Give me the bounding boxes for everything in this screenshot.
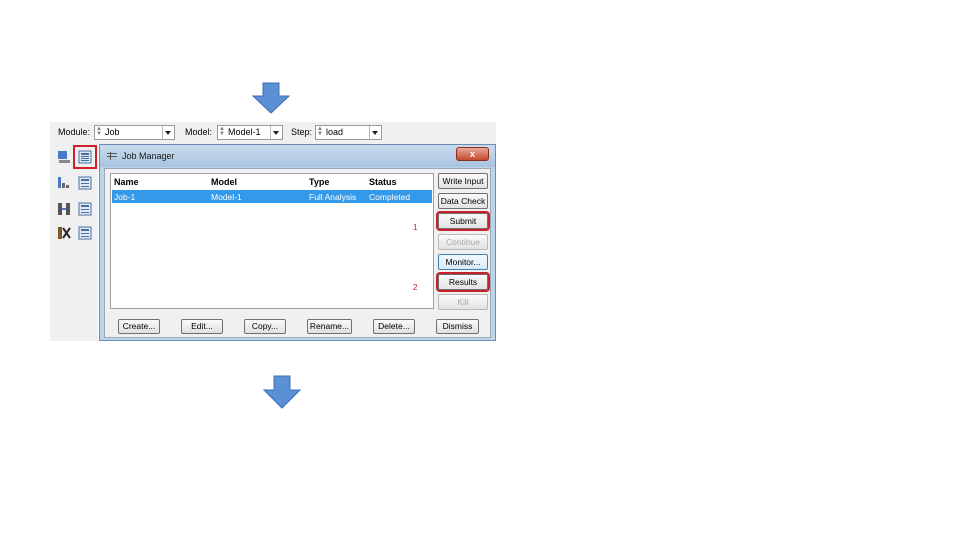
optimization-manager-icon[interactable] — [78, 226, 92, 240]
model-label: Model: — [185, 127, 213, 137]
module-value: Job — [105, 127, 120, 137]
create-button[interactable]: Create... — [118, 319, 160, 334]
coexecution-manager-icon[interactable] — [78, 202, 92, 216]
edit-button[interactable]: Edit... — [181, 319, 223, 334]
step-label: Step: — [291, 127, 313, 137]
job-status-cell: Completed — [369, 192, 411, 202]
dropdown-icon[interactable] — [162, 126, 174, 139]
step-combo[interactable]: ▲ ▼ load — [315, 125, 382, 140]
optimization-create-icon[interactable] — [57, 226, 71, 240]
job-model-cell: Model-1 — [211, 192, 242, 202]
module-label: Module: — [58, 127, 91, 137]
dropdown-icon[interactable] — [369, 126, 381, 139]
down-arrow-icon — [263, 375, 301, 409]
spin-icon: ▲ ▼ — [219, 126, 225, 137]
continue-button[interactable]: Continue — [438, 234, 488, 250]
job-manager-dialog: Job Manager x Name Model Type Status Job… — [99, 144, 496, 341]
toolbox — [50, 144, 98, 341]
submit-button[interactable]: Submit — [436, 211, 490, 231]
data-check-button[interactable]: Data Check — [438, 193, 488, 209]
copy-button[interactable]: Copy... — [244, 319, 286, 334]
step-value: load — [326, 127, 344, 137]
job-manager-icon — [107, 152, 117, 160]
dismiss-button[interactable]: Dismiss — [436, 319, 479, 334]
kill-button[interactable]: Kill — [438, 294, 488, 310]
step-marker-1: 1 — [413, 223, 418, 232]
close-button[interactable]: x — [456, 147, 489, 161]
job-create-icon[interactable] — [57, 150, 71, 164]
spin-icon: ▲ ▼ — [96, 126, 102, 137]
column-header-model[interactable]: Model — [211, 177, 237, 187]
monitor-button[interactable]: Monitor... — [438, 254, 488, 270]
delete-button[interactable]: Delete... — [373, 319, 415, 334]
column-header-type[interactable]: Type — [309, 177, 329, 187]
write-input-button[interactable]: Write Input — [438, 173, 488, 189]
column-header-name[interactable]: Name — [114, 177, 139, 187]
model-value: Model-1 — [228, 127, 261, 137]
dropdown-icon[interactable] — [270, 126, 282, 139]
module-toolbar: Module: ▲ ▼ Job Model: ▲ ▼ Model-1 Step: ▲… — [50, 122, 496, 144]
column-header-status[interactable]: Status — [369, 177, 397, 187]
jobs-table: Name Model Type Status Job-1 Model-1 Ful… — [110, 173, 434, 309]
adaptivity-manager-icon[interactable] — [78, 176, 92, 190]
spin-icon: ▲ ▼ — [317, 126, 323, 137]
results-button[interactable]: Results — [436, 272, 490, 292]
coexecution-create-icon[interactable] — [57, 202, 71, 216]
job-name-cell: Job-1 — [114, 192, 136, 202]
job-manager-highlight — [73, 145, 97, 169]
rename-button[interactable]: Rename... — [307, 319, 352, 334]
dialog-body: Name Model Type Status Job-1 Model-1 Ful… — [104, 168, 491, 338]
down-arrow-icon — [252, 82, 290, 114]
module-combo[interactable]: ▲ ▼ Job — [94, 125, 175, 140]
job-type-cell: Full Analysis — [309, 192, 357, 202]
adaptivity-create-icon[interactable] — [57, 176, 71, 190]
close-icon: x — [469, 149, 475, 159]
step-marker-2: 2 — [413, 283, 418, 292]
model-combo[interactable]: ▲ ▼ Model-1 — [217, 125, 283, 140]
table-row[interactable]: Job-1 Model-1 Full Analysis Completed — [112, 190, 432, 203]
dialog-title: Job Manager — [122, 151, 175, 161]
dialog-titlebar[interactable]: Job Manager x — [100, 145, 495, 167]
